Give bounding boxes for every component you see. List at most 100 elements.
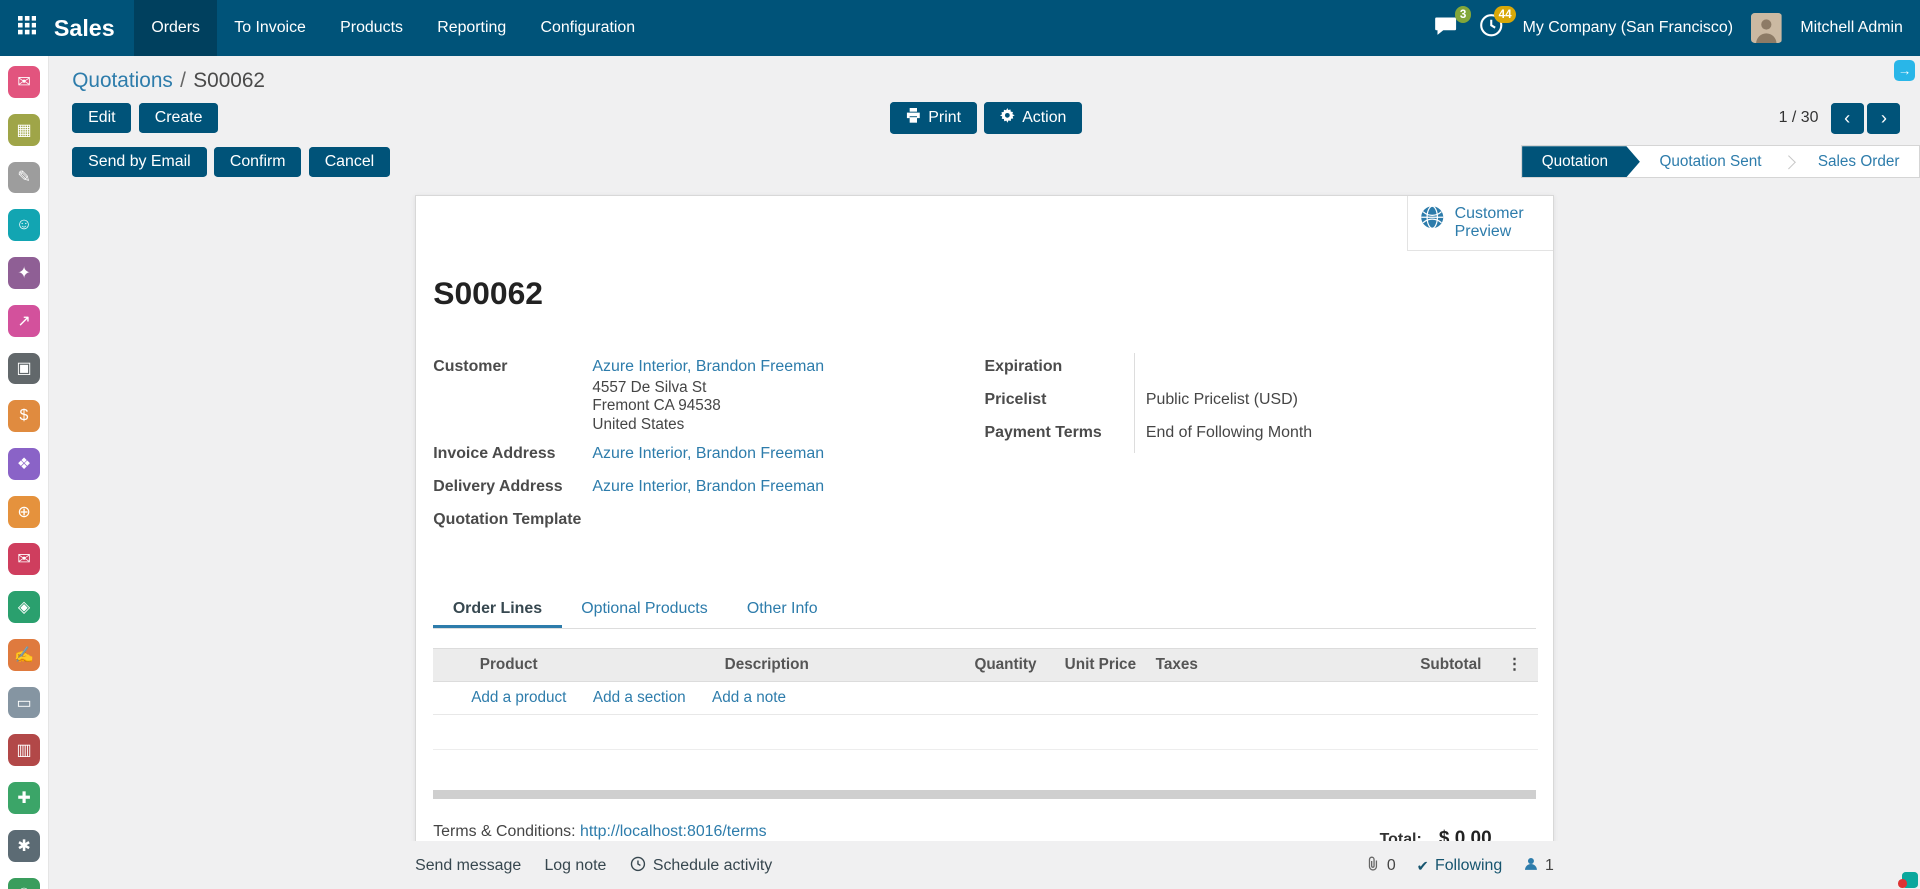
apps-menu-button[interactable] [0, 0, 54, 56]
expiration-value[interactable] [1134, 353, 1536, 386]
box-icon: ▥ [16, 740, 31, 760]
company-switcher[interactable]: My Company (San Francisco) [1523, 19, 1733, 37]
pager-value: 1 / 30 [1779, 109, 1819, 127]
customer-preview-button[interactable]: Customer Preview [1407, 196, 1553, 251]
arrow-right-icon: → [1898, 63, 1911, 78]
wrench-icon: ✚ [17, 788, 30, 808]
breadcrumb: Quotations / S00062 [72, 62, 1900, 101]
add-a-note-link[interactable]: Add a note [712, 689, 786, 706]
sidebar-app-dashboards[interactable]: ▣ [8, 353, 40, 385]
discuss-icon: ✉ [17, 72, 30, 92]
delivery-address-label: Delivery Address [433, 473, 592, 506]
column-description[interactable]: Description [715, 649, 965, 681]
expiration-label: Expiration [984, 353, 1133, 386]
payment-terms-value[interactable]: End of Following Month [1134, 420, 1536, 453]
crm-icon: ✦ [17, 263, 30, 283]
column-unit-price[interactable]: Unit Price [1041, 649, 1146, 681]
pricelist-value[interactable]: Public Pricelist (USD) [1134, 386, 1536, 419]
delivery-address-value[interactable]: Azure Interior, Brandon Freeman [592, 478, 824, 495]
app-name[interactable]: Sales [54, 15, 115, 42]
terms-link[interactable]: http://localhost:8016/terms [580, 823, 767, 840]
following-button[interactable]: ✔ Following [1417, 857, 1503, 875]
messages-menu-button[interactable]: 3 [1432, 15, 1459, 42]
messages-badge: 3 [1455, 6, 1471, 23]
sidebar-app-notes[interactable]: ✎ [8, 162, 40, 194]
send-message-button[interactable]: Send message [415, 857, 521, 875]
quotation-template-value[interactable] [592, 506, 984, 539]
sidebar-app-employees[interactable]: ☺ [8, 878, 40, 889]
breadcrumb-quotations[interactable]: Quotations [72, 69, 173, 93]
menu-configuration[interactable]: Configuration [523, 0, 652, 56]
tab-other-info[interactable]: Other Info [727, 588, 837, 628]
customer-value[interactable]: Azure Interior, Brandon Freeman [592, 358, 824, 375]
pager-next-button[interactable]: › [1867, 103, 1900, 134]
menu-orders[interactable]: Orders [134, 0, 217, 56]
sidebar-app-discuss[interactable]: ✉ [8, 66, 40, 98]
column-taxes[interactable]: Taxes [1146, 649, 1403, 681]
tab-order-lines[interactable]: Order Lines [433, 588, 561, 628]
order-lines-table: Product Description Quantity Unit Price … [433, 648, 1537, 749]
app-window: Sales Orders To Invoice Products Reporti… [0, 0, 1920, 889]
column-options-icon[interactable]: ⋮ [1491, 649, 1538, 681]
user-menu[interactable]: Mitchell Admin [1800, 19, 1903, 37]
add-line-row: Add a product Add a section Add a note [433, 681, 1537, 715]
sidebar-app-email-marketing[interactable]: ✉ [8, 543, 40, 575]
tag-icon: ◈ [18, 597, 30, 617]
sidebar-app-invoicing[interactable]: $ [8, 400, 40, 432]
menu-to-invoice[interactable]: To Invoice [217, 0, 323, 56]
pager-previous-button[interactable]: ‹ [1831, 103, 1864, 134]
user-avatar[interactable] [1751, 13, 1782, 44]
sidebar-app-point-of-sale[interactable]: ▭ [8, 687, 40, 719]
invoice-address-value[interactable]: Azure Interior, Brandon Freeman [592, 445, 824, 462]
status-quotation-sent[interactable]: Quotation Sent [1640, 146, 1781, 177]
sidebar-app-repairs[interactable]: ✚ [8, 782, 40, 814]
column-product[interactable]: Product [470, 649, 715, 681]
terms-label: Terms & Conditions: [433, 823, 575, 840]
total-label: Total: [1380, 831, 1422, 841]
column-quantity[interactable]: Quantity [965, 649, 1041, 681]
tools-icon: ✱ [17, 836, 30, 856]
extension-icon[interactable]: → [1894, 60, 1915, 81]
attachments-button[interactable]: 0 [1365, 856, 1396, 877]
sidebar-app-sales[interactable]: ↗ [8, 305, 40, 337]
sidebar-app-loyalty[interactable]: ◈ [8, 591, 40, 623]
tab-optional-products[interactable]: Optional Products [562, 588, 728, 628]
sidebar-app-apps-store[interactable]: ❖ [8, 448, 40, 480]
envelope-icon: ✉ [17, 549, 30, 569]
sidebar-app-crm[interactable]: ✦ [8, 257, 40, 289]
person-icon: ☺ [16, 884, 32, 889]
print-button[interactable]: Print [890, 102, 977, 134]
menu-reporting[interactable]: Reporting [420, 0, 523, 56]
left-field-group: Customer Azure Interior, Brandon Freeman… [433, 353, 984, 538]
followers-button[interactable]: 1 [1523, 856, 1554, 877]
add-a-product-link[interactable]: Add a product [471, 689, 566, 706]
sidebar-app-website[interactable]: ⊕ [8, 496, 40, 528]
control-panel: Quotations / S00062 Edit Create Print [49, 56, 1920, 178]
confirm-button[interactable]: Confirm [214, 147, 302, 177]
action-button[interactable]: Action [984, 102, 1082, 134]
sidebar-app-maintenance[interactable]: ✱ [8, 830, 40, 862]
edit-button[interactable]: Edit [72, 103, 131, 133]
add-a-section-link[interactable]: Add a section [593, 689, 686, 706]
activities-menu-button[interactable]: 44 [1477, 15, 1504, 42]
contacts-icon: ☺ [16, 216, 32, 234]
log-note-button[interactable]: Log note [544, 857, 606, 875]
apps-grid-icon [18, 16, 36, 39]
sidebar-app-contacts[interactable]: ☺ [8, 209, 40, 241]
cancel-button[interactable]: Cancel [309, 147, 390, 177]
status-quotation[interactable]: Quotation [1522, 146, 1640, 177]
send-by-email-button[interactable]: Send by Email [72, 147, 206, 177]
check-icon: ✔ [1417, 858, 1429, 875]
column-subtotal[interactable]: Subtotal [1403, 649, 1491, 681]
menu-products[interactable]: Products [323, 0, 420, 56]
sidebar-app-calendar[interactable]: ▦ [8, 114, 40, 146]
dashboards-icon: ▣ [16, 358, 31, 378]
sidebar-app-sign[interactable]: ✍ [8, 639, 40, 671]
chat-widget-icon[interactable] [1902, 872, 1918, 888]
pricelist-label: Pricelist [984, 386, 1133, 419]
schedule-activity-button[interactable]: Schedule activity [630, 856, 773, 877]
status-sales-order[interactable]: Sales Order [1798, 146, 1919, 177]
table-horizontal-scrollbar[interactable] [433, 790, 1536, 799]
sidebar-app-inventory[interactable]: ▥ [8, 734, 40, 766]
create-button[interactable]: Create [139, 103, 219, 133]
